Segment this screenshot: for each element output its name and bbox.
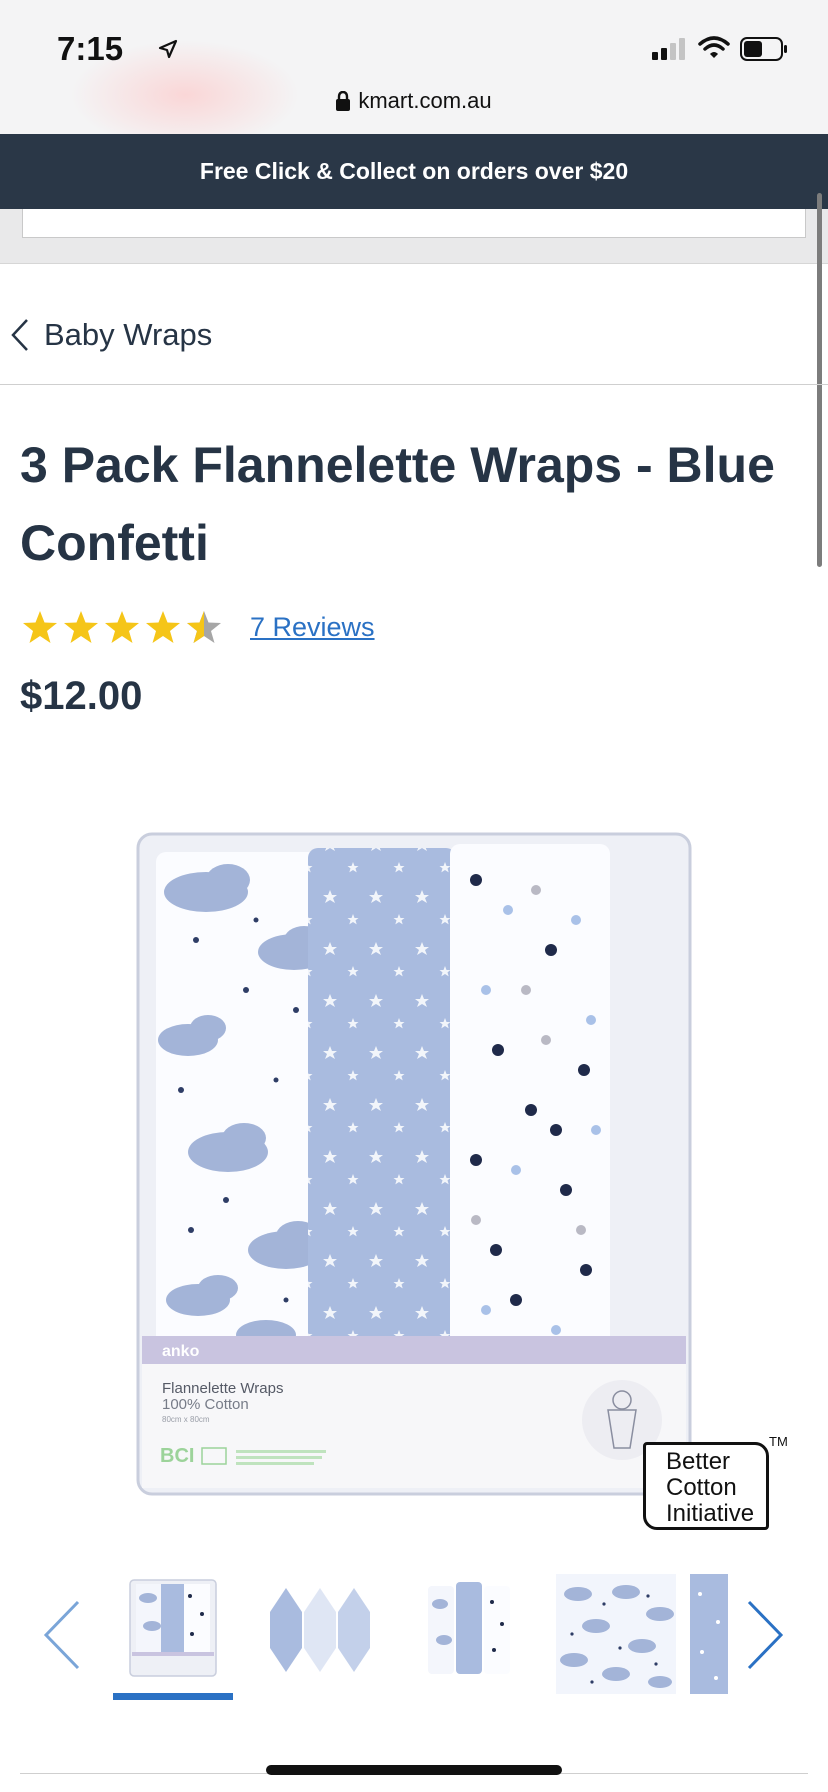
search-area xyxy=(0,209,828,264)
badge-line: Initiative xyxy=(666,1500,755,1527)
chevron-left-icon[interactable] xyxy=(42,1600,82,1670)
breadcrumb-label: Baby Wraps xyxy=(44,317,213,352)
thumbnail[interactable] xyxy=(128,1574,218,1680)
status-time: 7:15 xyxy=(57,30,124,67)
wifi-icon xyxy=(698,36,730,58)
chevron-right-icon[interactable] xyxy=(745,1600,785,1670)
product-rating: 7 Reviews xyxy=(22,610,375,644)
half-star-icon xyxy=(187,611,221,643)
selected-thumbnail-indicator xyxy=(113,1693,233,1700)
thumbnail[interactable] xyxy=(556,1574,676,1694)
lock-icon xyxy=(336,91,351,111)
thumbnail[interactable] xyxy=(268,1574,372,1680)
battery-icon xyxy=(740,37,787,61)
url-text: kmart.com.au xyxy=(358,88,492,113)
package-size: 80cm x 80cm xyxy=(162,1415,210,1424)
brand-logo: anko xyxy=(162,1343,200,1360)
chevron-left-icon xyxy=(11,319,28,351)
star-rating xyxy=(22,610,222,644)
product-image[interactable]: anko Flannelette Wraps 100% Cotton 80cm … xyxy=(136,830,692,1496)
thumbnail[interactable] xyxy=(690,1574,728,1694)
home-indicator xyxy=(266,1765,562,1775)
package-name: Flannelette Wraps xyxy=(162,1380,283,1397)
badge-line: Better xyxy=(666,1448,731,1475)
star-icon xyxy=(23,611,57,643)
address-bar[interactable]: kmart.com.au xyxy=(0,88,828,114)
promo-banner[interactable]: Free Click & Collect on orders over $20 xyxy=(0,134,828,209)
star-icon xyxy=(105,611,139,643)
location-arrow-icon xyxy=(158,39,178,59)
star-icon xyxy=(64,611,98,643)
status-bar: 7:15 kmart.com.au xyxy=(0,0,828,150)
cell-signal-icon xyxy=(652,38,685,60)
image-carousel xyxy=(0,1560,828,1694)
package-material: 100% Cotton xyxy=(162,1396,249,1413)
reviews-link[interactable]: 7 Reviews xyxy=(250,612,375,643)
trademark-mark: TM xyxy=(769,1434,788,1449)
search-input[interactable] xyxy=(22,209,806,238)
better-cotton-badge: Better Cotton Initiative xyxy=(643,1442,769,1530)
svg-text:BCI: BCI xyxy=(160,1445,194,1467)
thumbnail[interactable] xyxy=(424,1574,514,1680)
divider xyxy=(0,384,828,385)
product-price: $12.00 xyxy=(20,674,143,718)
star-icon xyxy=(146,611,180,643)
product-title: 3 Pack Flannelette Wraps - Blue Confetti xyxy=(20,437,775,571)
badge-line: Cotton xyxy=(666,1474,737,1501)
breadcrumb[interactable]: Baby Wraps xyxy=(10,310,212,360)
